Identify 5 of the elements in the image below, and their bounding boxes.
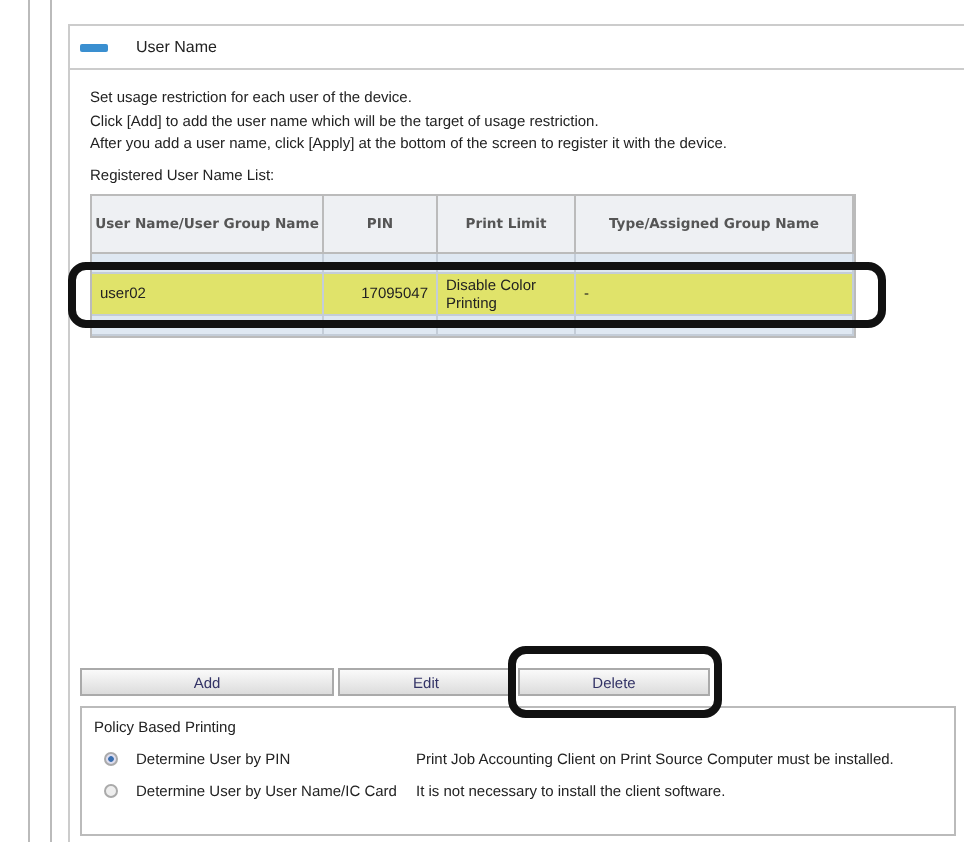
radio-button[interactable] xyxy=(104,751,118,765)
table-row[interactable] xyxy=(92,315,854,335)
panel-title: User Name xyxy=(136,38,217,56)
dash-icon xyxy=(80,43,108,51)
radio-button[interactable] xyxy=(104,783,118,797)
